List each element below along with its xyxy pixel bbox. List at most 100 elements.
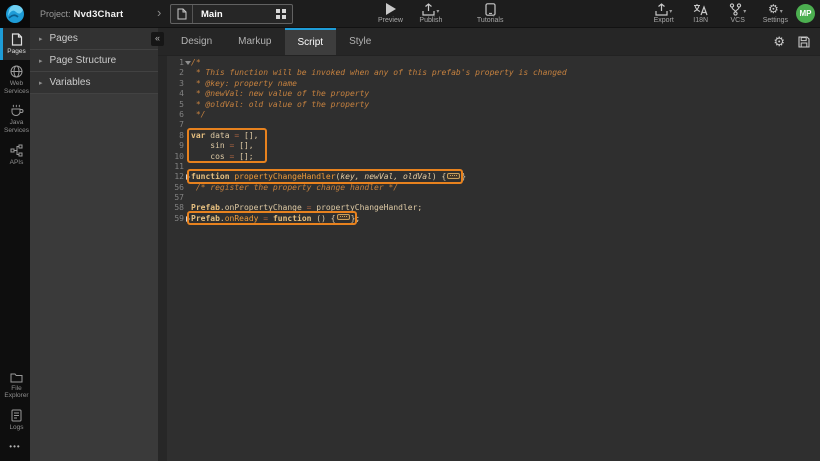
sidebar-item-label: File Explorer	[3, 385, 30, 401]
line-number: 6	[158, 110, 184, 120]
activity-bar: Pages Web Services Java Services APIs Fi…	[0, 28, 30, 461]
sidebar-item-apis[interactable]: APIs	[0, 139, 30, 171]
action-label: Tutorials	[477, 17, 504, 24]
tutorials-button[interactable]: Tutorials	[477, 2, 504, 24]
sidebar-item-java-services[interactable]: Java Services	[0, 99, 30, 139]
annotation-box	[187, 169, 463, 183]
page-grid-icon[interactable]	[270, 9, 292, 19]
code-text: /*	[191, 58, 201, 68]
sidebar-item-pages[interactable]: Pages	[0, 28, 30, 60]
code-editor[interactable]: 1/*2 * This function will be invoked whe…	[158, 56, 820, 461]
line-number: 58	[158, 203, 184, 213]
device-icon	[485, 2, 496, 16]
play-icon	[385, 2, 396, 16]
page-selector-value: Main	[193, 9, 270, 20]
fold-marker-icon[interactable]	[185, 61, 191, 65]
project-label: Project:	[40, 9, 71, 19]
project-breadcrumb: Project:Nvd3Chart	[40, 0, 123, 28]
line-number: 2	[158, 68, 184, 78]
action-label: VCS	[731, 17, 745, 24]
code-text: * @key: property name	[191, 79, 297, 89]
chevron-right-icon: ›	[157, 0, 161, 28]
code-line[interactable]: 1 /*	[158, 58, 820, 68]
editor-tab-bar: Design Markup Script Style ⚙	[158, 28, 820, 56]
line-number: 1	[158, 58, 184, 68]
preview-button[interactable]: Preview	[378, 2, 403, 24]
panel-section-label: Page Structure	[50, 55, 117, 66]
code-text: * @newVal: new value of the property	[191, 89, 369, 99]
vcs-button[interactable]: ▾ VCS	[726, 2, 750, 24]
code-text: * This function will be invoked when any…	[191, 68, 567, 78]
nodes-icon	[10, 144, 23, 157]
tab-script[interactable]: Script	[285, 28, 337, 55]
panel-collapse-button[interactable]: «	[151, 32, 164, 46]
code-line[interactable]: 3 * @key: property name	[158, 79, 820, 89]
line-number: 59	[158, 214, 184, 224]
action-label: I18N	[693, 17, 708, 24]
code-line[interactable]: 56 /* register the property change handl…	[158, 183, 820, 193]
project-name: Nvd3Chart	[74, 9, 124, 20]
caret-down-icon: ▾	[436, 8, 439, 15]
settings-button[interactable]: ⚙ ▾ Settings	[763, 2, 788, 24]
triangle-collapsed-icon: ▸	[39, 79, 43, 87]
tab-design[interactable]: Design	[168, 28, 225, 55]
tab-style[interactable]: Style	[336, 28, 384, 55]
action-label: Export	[654, 17, 674, 24]
line-number: 3	[158, 79, 184, 89]
export-button[interactable]: ▾ Export	[652, 2, 676, 24]
publish-button[interactable]: ▾ Publish	[419, 2, 443, 24]
user-avatar[interactable]: MP	[796, 4, 815, 23]
triangle-collapsed-icon: ▸	[39, 35, 43, 43]
more-options-icon[interactable]: •••	[0, 436, 30, 457]
script-settings-gear-icon[interactable]: ⚙	[773, 36, 785, 48]
activity-bar-bottom: File Explorer Logs •••	[0, 367, 30, 457]
line-number: 56	[158, 183, 184, 193]
panel-section-label: Pages	[50, 33, 78, 44]
sidebar-item-logs[interactable]: Logs	[0, 404, 30, 436]
panel-section-label: Variables	[50, 77, 91, 88]
tab-markup[interactable]: Markup	[225, 28, 284, 55]
panel-section-pages[interactable]: ▸ Pages	[30, 28, 158, 50]
panel-section-variables[interactable]: ▸ Variables	[30, 72, 158, 94]
gear-icon: ⚙	[768, 3, 779, 15]
branch-icon	[729, 3, 742, 16]
log-icon	[11, 409, 22, 422]
line-number: 8	[158, 131, 184, 141]
code-line[interactable]: 4 * @newVal: new value of the property	[158, 89, 820, 99]
app-logo[interactable]	[0, 0, 30, 28]
upload-icon	[422, 3, 435, 16]
action-label: Preview	[378, 17, 403, 24]
left-panel: ▸ Pages ▸ Page Structure ▸ Variables	[30, 28, 158, 461]
code-line[interactable]: 6 */	[158, 110, 820, 120]
editor-toolbar: ⚙	[773, 28, 810, 56]
page-icon	[11, 33, 23, 46]
annotation-box	[187, 128, 267, 163]
code-line[interactable]: 2 * This function will be invoked when a…	[158, 68, 820, 78]
code-line[interactable]: 5 * @oldVal: old value of the property	[158, 100, 820, 110]
code-text: /* register the property change handler …	[191, 183, 398, 193]
code-text: */	[191, 110, 205, 120]
sidebar-item-label: Pages	[7, 48, 25, 56]
save-icon[interactable]	[798, 36, 810, 48]
action-label: Settings	[763, 17, 788, 24]
top-bar: Project:Nvd3Chart › Main Preview	[0, 0, 820, 28]
sidebar-item-web-services[interactable]: Web Services	[0, 60, 30, 100]
caret-down-icon: ▾	[743, 8, 746, 15]
coffee-icon	[10, 104, 24, 117]
upload-icon	[655, 3, 668, 16]
page-selector[interactable]: Main	[170, 4, 293, 24]
wavemaker-studio-window: Project:Nvd3Chart › Main Preview	[0, 0, 820, 461]
sidebar-item-file-explorer[interactable]: File Explorer	[0, 367, 30, 405]
folder-icon	[10, 372, 23, 383]
i18n-button[interactable]: I18N	[689, 2, 713, 24]
wavemaker-logo-icon	[5, 4, 25, 24]
line-number: 9	[158, 141, 184, 151]
sidebar-item-label: APIs	[10, 159, 24, 167]
line-number: 4	[158, 89, 184, 99]
sidebar-item-label: Java Services	[3, 119, 30, 135]
panel-section-page-structure[interactable]: ▸ Page Structure	[30, 50, 158, 72]
code-line[interactable]: 57	[158, 193, 820, 203]
sidebar-item-label: Web Services	[3, 80, 30, 96]
line-number: 12	[158, 172, 184, 182]
action-label: Publish	[419, 17, 442, 24]
